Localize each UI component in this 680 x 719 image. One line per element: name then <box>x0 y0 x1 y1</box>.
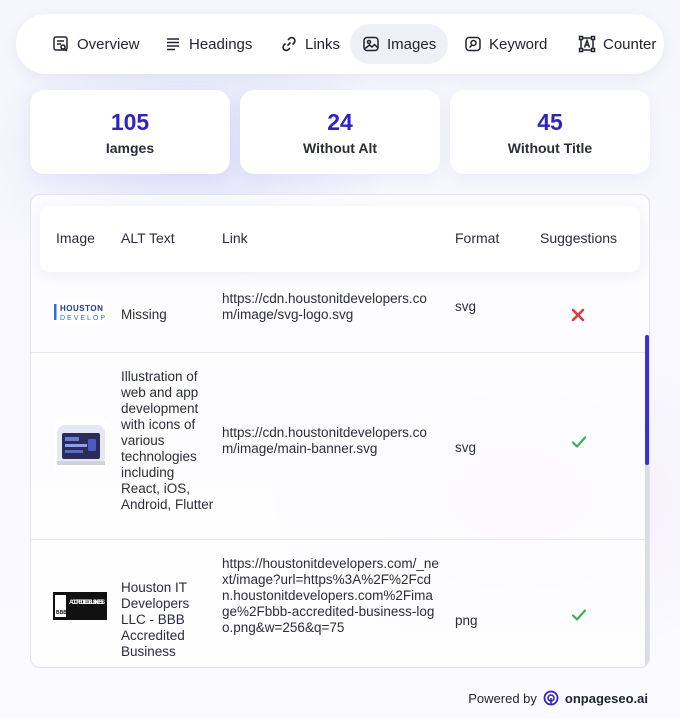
footer: Powered by onpageseo.ai <box>468 690 648 706</box>
table-row: Illustration of web and app development … <box>31 353 649 540</box>
stat-value: 105 <box>110 109 150 135</box>
stat-label: Iamges <box>105 140 155 156</box>
table-row: BBB ACCREDITED BUSINESS Houston IT Devel… <box>31 540 649 667</box>
svg-text:DEVELOPERS: DEVELOPERS <box>60 315 105 322</box>
tab-label: Counter <box>603 35 657 53</box>
stat-value: 45 <box>537 109 563 135</box>
houston-logo-thumbnail: HOUSTON IT DEVELOPERS DEVELOPERS <box>53 301 105 323</box>
tab-label: Keyword <box>489 35 548 53</box>
tab-label: Images <box>387 35 437 53</box>
image-link[interactable]: https://cdn.houstonitdevelopers.com/imag… <box>222 425 432 457</box>
stat-value: 24 <box>327 109 353 135</box>
alt-text: Houston IT Developers LLC - BBB Accredit… <box>121 580 190 659</box>
tab-label: Headings <box>189 35 253 53</box>
stat-card-images: 105 Iamges <box>30 90 230 174</box>
banner-thumbnail <box>55 419 107 471</box>
image-format: svg <box>455 299 477 314</box>
images-table[interactable]: Image ALT Text Link Format Suggestions H… <box>30 194 650 668</box>
headings-icon <box>167 38 179 51</box>
counter-icon <box>578 35 596 53</box>
tab-bar: Overview Headings Links Images Keyword C… <box>16 14 664 74</box>
tab-counter[interactable]: Counter <box>566 24 664 64</box>
badge-text: BBB <box>56 610 67 616</box>
column-header-suggestions: Suggestions <box>540 230 618 246</box>
tab-label: Overview <box>77 35 140 53</box>
seo-images-panel: Overview Headings Links Images Keyword C… <box>0 0 680 719</box>
tab-images[interactable]: Images <box>350 24 449 64</box>
image-format: svg <box>455 440 477 455</box>
tab-links[interactable]: Links <box>268 24 352 64</box>
brand-link[interactable]: onpageseo.ai <box>565 691 648 706</box>
check-icon <box>571 436 587 448</box>
onpageseo-logo-icon <box>543 690 559 706</box>
overview-icon <box>53 36 68 52</box>
image-icon <box>363 36 379 52</box>
stat-label: Without Title <box>507 140 593 156</box>
tab-overview[interactable]: Overview <box>40 24 152 64</box>
tab-headings[interactable]: Headings <box>152 24 264 64</box>
column-header-link: Link <box>222 230 248 246</box>
stat-label: Without Alt <box>303 140 377 156</box>
column-header-alt: ALT Text <box>121 230 175 246</box>
image-format: png <box>455 613 478 628</box>
column-header-image: Image <box>56 230 95 246</box>
stat-card-without-alt: 24 Without Alt <box>240 90 440 174</box>
table-header: Image ALT Text Link Format Suggestions <box>40 206 640 272</box>
column-header-format: Format <box>455 230 500 246</box>
powered-by-text: Powered by <box>468 690 537 706</box>
image-link[interactable]: https://cdn.houstonitdevelopers.com/imag… <box>222 291 432 323</box>
logo-wordmark: HOUSTON IT DEVELOPERS <box>60 304 105 313</box>
badge-wordmark: ACCREDITED BUSINESS <box>69 599 105 606</box>
keyword-icon <box>465 36 481 52</box>
link-icon <box>282 36 296 52</box>
bbb-badge-thumbnail: BBB ACCREDITED BUSINESS <box>53 592 107 620</box>
scrollbar-thumb[interactable] <box>645 335 649 465</box>
check-icon <box>571 609 587 621</box>
cross-icon <box>571 308 585 322</box>
alt-text: Illustration of web and app development … <box>121 369 214 512</box>
tab-label: Links <box>305 35 341 53</box>
tab-keyword[interactable]: Keyword <box>452 24 559 64</box>
stat-card-without-title: 45 Without Title <box>450 90 650 174</box>
table-row: HOUSTON IT DEVELOPERS DEVELOPERS Missing… <box>31 277 649 353</box>
image-link[interactable]: https://houstonitdevelopers.com/_next/im… <box>222 556 440 636</box>
alt-text: Missing <box>121 307 167 322</box>
